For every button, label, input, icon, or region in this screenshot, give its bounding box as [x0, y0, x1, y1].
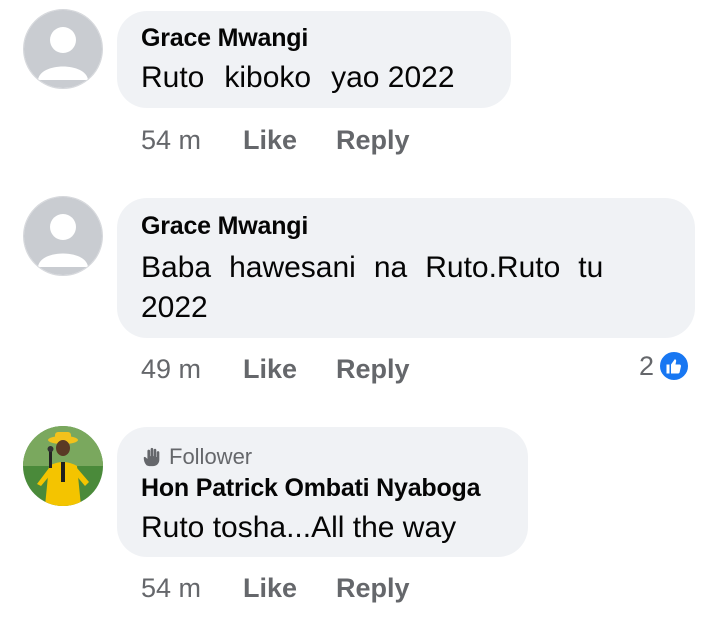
- text-word: na: [373, 251, 408, 284]
- comment-text-line: Baba hawesani na Ruto.Ruto tu: [141, 248, 603, 288]
- comment-text: Ruto tosha...All the way: [141, 511, 457, 544]
- comment-text-line: 2022: [141, 291, 208, 324]
- text-word: Baba: [141, 251, 212, 284]
- comment-author[interactable]: Grace Mwangi: [141, 212, 308, 241]
- comment-timestamp[interactable]: 49 m: [141, 354, 201, 385]
- comment-author[interactable]: Grace Mwangi: [141, 24, 308, 53]
- avatar-default[interactable]: [23, 196, 103, 276]
- follower-badge: Follower: [141, 444, 252, 470]
- follower-label: Follower: [169, 444, 253, 469]
- text-word: hawesani: [229, 251, 356, 284]
- comment-text: Ruto kiboko yao 2022: [141, 58, 455, 98]
- person-photo-icon: [23, 426, 103, 506]
- default-avatar-icon: [24, 197, 102, 275]
- reply-button[interactable]: Reply: [336, 125, 410, 156]
- text-word: tu: [578, 251, 604, 284]
- comment-author[interactable]: Hon Patrick Ombati Nyaboga: [141, 474, 481, 503]
- default-avatar-icon: [24, 10, 102, 88]
- like-button[interactable]: Like: [243, 573, 297, 604]
- waving-hand-icon: [143, 447, 160, 467]
- reply-button[interactable]: Reply: [336, 354, 410, 385]
- text-word: kiboko: [224, 61, 312, 94]
- text-word: Ruto.Ruto: [425, 251, 561, 284]
- comment-timestamp[interactable]: 54 m: [141, 573, 201, 604]
- reaction-count: 2: [639, 350, 655, 381]
- like-button[interactable]: Like: [243, 125, 297, 156]
- like-button[interactable]: Like: [243, 354, 297, 385]
- comment-timestamp[interactable]: 54 m: [141, 125, 201, 156]
- reaction-summary[interactable]: 2: [639, 350, 691, 382]
- avatar-default[interactable]: [23, 9, 103, 89]
- text-word: Ruto: [141, 61, 205, 94]
- reply-button[interactable]: Reply: [336, 573, 410, 604]
- avatar-photo[interactable]: [23, 426, 103, 506]
- text-word: yao 2022: [331, 61, 455, 94]
- thumbs-up-icon: [658, 350, 691, 382]
